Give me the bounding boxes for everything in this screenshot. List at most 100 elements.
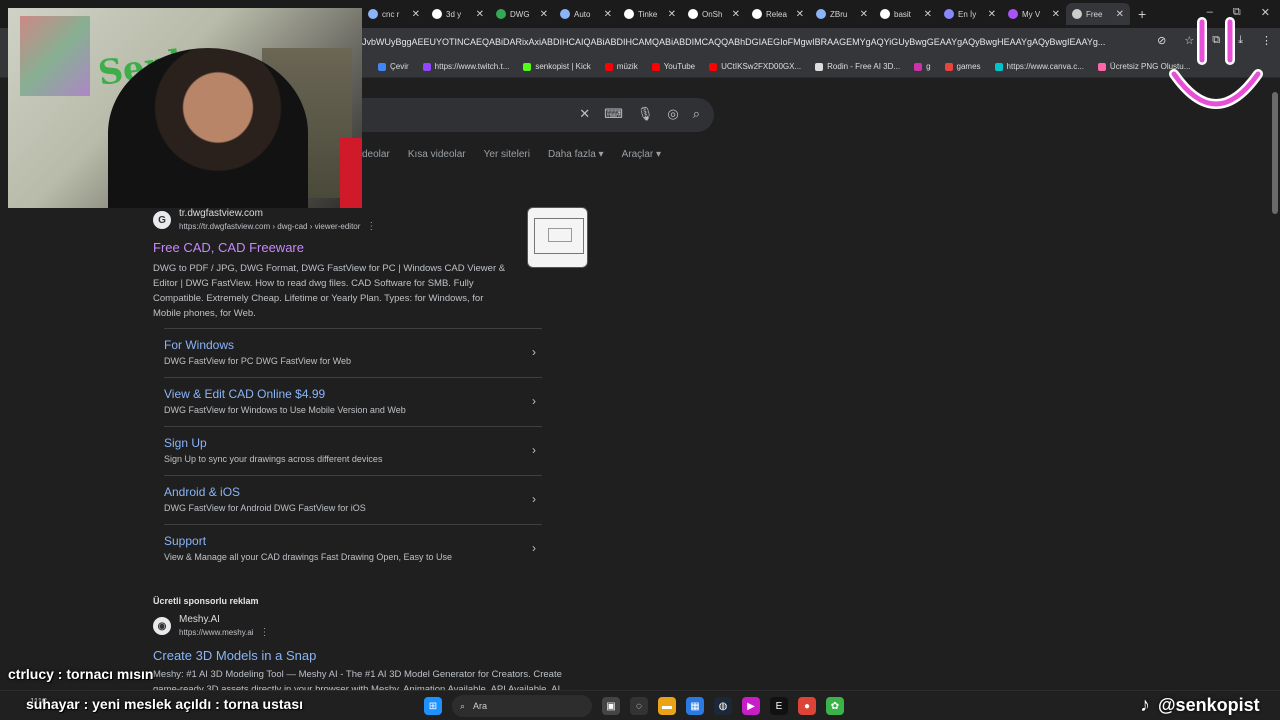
tab-favicon-icon: [752, 9, 762, 19]
chat-message-1: ctrlucy : tornacı mısın: [8, 666, 154, 682]
bookmark-item[interactable]: https://www.twitch.t...: [422, 62, 510, 71]
tab-close-icon[interactable]: ✕: [668, 9, 676, 20]
tab-close-icon[interactable]: ✕: [796, 9, 804, 20]
ad-favicon-icon: ◉: [153, 617, 171, 635]
browser-tab[interactable]: cnc r ✕: [362, 3, 426, 25]
lens-icon[interactable]: ◎: [667, 106, 678, 122]
tab-close-icon[interactable]: ✕: [604, 9, 612, 20]
browser-tab[interactable]: OnSh ✕: [682, 3, 746, 25]
bookmark-item[interactable]: YouTube: [651, 62, 695, 71]
search-icon[interactable]: ⌕: [693, 106, 700, 122]
address-bar[interactable]: JvbWUyBggAEEUYOTINCAEQABiDARixAxiABDIHCA…: [362, 32, 1122, 52]
sitelink-description: DWG FastView for Android DWG FastView fo…: [164, 503, 366, 513]
browser-tab[interactable]: ZBru ✕: [810, 3, 874, 25]
bookmark-item[interactable]: g: [914, 62, 931, 71]
more-options-icon[interactable]: ⋮: [366, 221, 376, 232]
steam-icon[interactable]: ◍: [714, 697, 732, 715]
chrome-icon[interactable]: ●: [798, 697, 816, 715]
sitelink-item[interactable]: View & Edit CAD Online $4.99 DWG FastView…: [164, 377, 542, 426]
sitelink-title[interactable]: For Windows: [164, 338, 542, 352]
store-icon[interactable]: ▦: [686, 697, 704, 715]
bookmark-label: games: [956, 62, 981, 71]
tab-close-icon[interactable]: ✕: [988, 9, 996, 20]
bookmark-favicon-icon: [604, 62, 613, 71]
epic-games-icon[interactable]: E: [770, 697, 788, 715]
sitelink-title[interactable]: Support: [164, 534, 542, 548]
bookmark-label: UCtIKSw2FXD00GX...: [721, 62, 802, 71]
bookmark-item[interactable]: Çevir: [378, 62, 409, 71]
screen: cnc r ✕ 3d y ✕ DWG ✕ Auto ✕ Tinke ✕ OnSh ✕ Relea ✕ ZBr…: [0, 0, 1280, 720]
sitelink-title[interactable]: Android & iOS: [164, 485, 542, 499]
tab-close-icon[interactable]: ✕: [924, 9, 932, 20]
browser-tab[interactable]: Free ✕: [1066, 3, 1130, 25]
search-tab[interactable]: Yer siteleri: [484, 149, 530, 160]
search-tab[interactable]: Kısa videolar: [408, 149, 466, 160]
tab-favicon-icon: [1008, 9, 1018, 19]
result-thumbnail[interactable]: [527, 207, 588, 268]
start-button-icon[interactable]: ⊞: [424, 697, 442, 715]
new-tab-button[interactable]: +: [1138, 6, 1146, 22]
keyboard-icon[interactable]: ⌨: [604, 106, 623, 122]
browser-tab[interactable]: Auto ✕: [554, 3, 618, 25]
ad-title-link[interactable]: Create 3D Models in a Snap: [153, 648, 593, 663]
tiktok-handle: @senkopist: [1158, 695, 1260, 715]
bookmark-favicon-icon: [523, 62, 532, 71]
browser-tab[interactable]: My V ✕: [1002, 3, 1066, 25]
bookmark-favicon-icon: [1097, 62, 1106, 71]
scrollbar-thumb[interactable]: [1272, 92, 1278, 214]
sitelink-item[interactable]: For Windows DWG FastView for PC DWG FastV…: [164, 328, 542, 377]
tab-close-icon[interactable]: ✕: [412, 9, 420, 20]
eye-off-icon[interactable]: ⊘: [1157, 34, 1166, 47]
tab-close-icon[interactable]: ✕: [476, 9, 484, 20]
search-input[interactable]: ✕ ⌨ 🎙 ◎ ⌕: [340, 98, 714, 132]
bookmark-item[interactable]: UCtIKSw2FXD00GX...: [709, 62, 801, 71]
task-view-icon[interactable]: ▣: [602, 697, 620, 715]
sitelink-item[interactable]: Android & iOS DWG FastView for Android DW…: [164, 475, 542, 524]
tab-close-icon[interactable]: ✕: [1116, 9, 1124, 20]
tab-favicon-icon: [624, 9, 634, 19]
bookmark-item[interactable]: games: [944, 62, 981, 71]
search-tab[interactable]: Daha fazla ▾: [548, 149, 604, 160]
bookmark-favicon-icon: [422, 62, 431, 71]
bookmark-item[interactable]: Rodin - Free AI 3D...: [815, 62, 900, 71]
tab-close-icon[interactable]: ✕: [1052, 9, 1060, 20]
tab-close-icon[interactable]: ✕: [732, 9, 740, 20]
page-scrollbar[interactable]: [1272, 92, 1278, 692]
tab-close-icon[interactable]: ✕: [860, 9, 868, 20]
ad-site-name: Meshy.AI: [179, 614, 220, 625]
search-tab[interactable]: deolar: [362, 149, 390, 160]
bookmark-item[interactable]: https://www.canva.c...: [994, 62, 1084, 71]
sitelink-description: Sign Up to sync your drawings across dif…: [164, 454, 383, 464]
browser-tab[interactable]: Tinke ✕: [618, 3, 682, 25]
bookmark-item[interactable]: müzik: [604, 62, 638, 71]
sitelink-item[interactable]: Support View & Manage all your CAD drawin…: [164, 524, 542, 573]
sitelink-item[interactable]: Sign Up Sign Up to sync your drawings acr…: [164, 426, 542, 475]
browser-tab[interactable]: En İy ✕: [938, 3, 1002, 25]
tab-favicon-icon: [880, 9, 890, 19]
copilot-icon[interactable]: ◌: [630, 697, 648, 715]
browser-tab[interactable]: Relea ✕: [746, 3, 810, 25]
bookmark-label: Çevir: [390, 62, 409, 71]
browser-tab[interactable]: basit ✕: [874, 3, 938, 25]
tab-close-icon[interactable]: ✕: [540, 9, 548, 20]
search-bar-icons: ✕ ⌨ 🎙 ◎ ⌕: [579, 106, 700, 122]
mic-icon[interactable]: 🎙: [637, 106, 654, 122]
ad-site-row[interactable]: ◉ Meshy.AI https://www.meshy.ai ⋮: [153, 614, 593, 638]
clear-icon[interactable]: ✕: [579, 106, 590, 122]
bookmark-label: g: [926, 62, 931, 71]
result-site-name: tr.dwgfastview.com: [179, 208, 263, 219]
bookmark-item[interactable]: senkopist | Kick: [523, 62, 591, 71]
sitelink-title[interactable]: Sign Up: [164, 436, 542, 450]
browser-tab[interactable]: DWG ✕: [490, 3, 554, 25]
media-app-icon[interactable]: ▶: [742, 697, 760, 715]
browser-tab[interactable]: 3d y ✕: [426, 3, 490, 25]
bookmark-label: https://www.twitch.t...: [434, 62, 510, 71]
search-tab[interactable]: Araçlar ▾: [622, 149, 661, 160]
ad-more-options-icon[interactable]: ⋮: [260, 627, 270, 638]
taskbar-search[interactable]: ⌕ Ara: [452, 695, 592, 717]
chair-back: [340, 138, 362, 208]
file-explorer-icon[interactable]: ▬: [658, 697, 676, 715]
sitelink-title[interactable]: View & Edit CAD Online $4.99: [164, 387, 542, 401]
chatgpt-icon[interactable]: ✿: [826, 697, 844, 715]
bookmark-favicon-icon: [378, 62, 386, 71]
